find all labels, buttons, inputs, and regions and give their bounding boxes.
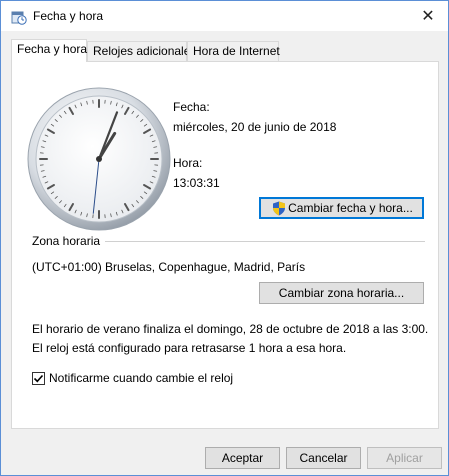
uac-shield-icon	[273, 201, 285, 216]
change-date-time-label: Cambiar fecha y hora...	[288, 201, 413, 215]
tab-panel: Fecha: miércoles, 20 de junio de 2018 Ho…	[11, 61, 439, 429]
tab-relojes-adicionales[interactable]: Relojes adicionales	[87, 41, 196, 61]
tab-fecha-y-hora[interactable]: Fecha y hora	[11, 39, 87, 62]
timezone-group-label: Zona horaria	[32, 234, 101, 248]
tab-strip: Fecha y hora Relojes adicionales Hora de…	[11, 39, 441, 62]
notify-label[interactable]: Notificarme cuando cambie el reloj	[49, 371, 233, 385]
notify-checkbox[interactable]	[32, 372, 45, 385]
timezone-value: (UTC+01:00) Bruselas, Copenhague, Madrid…	[32, 260, 306, 274]
analog-clock	[27, 87, 171, 231]
date-value: miércoles, 20 de junio de 2018	[173, 120, 337, 134]
accept-button[interactable]: Aceptar	[205, 447, 280, 469]
date-time-dialog: Fecha y hora ✕ Fecha y hora Relojes adic…	[0, 0, 449, 476]
time-value: 13:03:31	[173, 176, 220, 190]
title-bar: Fecha y hora ✕	[1, 1, 448, 31]
time-label: Hora:	[173, 156, 203, 170]
timezone-group-divider	[105, 241, 425, 242]
checkmark-icon	[33, 374, 44, 383]
close-icon: ✕	[421, 8, 435, 25]
window-title: Fecha y hora	[33, 9, 104, 23]
clock-calendar-icon	[11, 11, 27, 25]
apply-button[interactable]: Aplicar	[367, 447, 442, 469]
change-date-time-button[interactable]: Cambiar fecha y hora...	[259, 197, 424, 219]
dst-notice: El horario de verano finaliza el domingo…	[32, 322, 429, 355]
close-button[interactable]: ✕	[408, 1, 448, 31]
change-timezone-button[interactable]: Cambiar zona horaria...	[259, 282, 424, 304]
cancel-button[interactable]: Cancelar	[286, 447, 361, 469]
date-label: Fecha:	[173, 100, 210, 114]
tab-hora-de-internet[interactable]: Hora de Internet	[187, 41, 280, 61]
